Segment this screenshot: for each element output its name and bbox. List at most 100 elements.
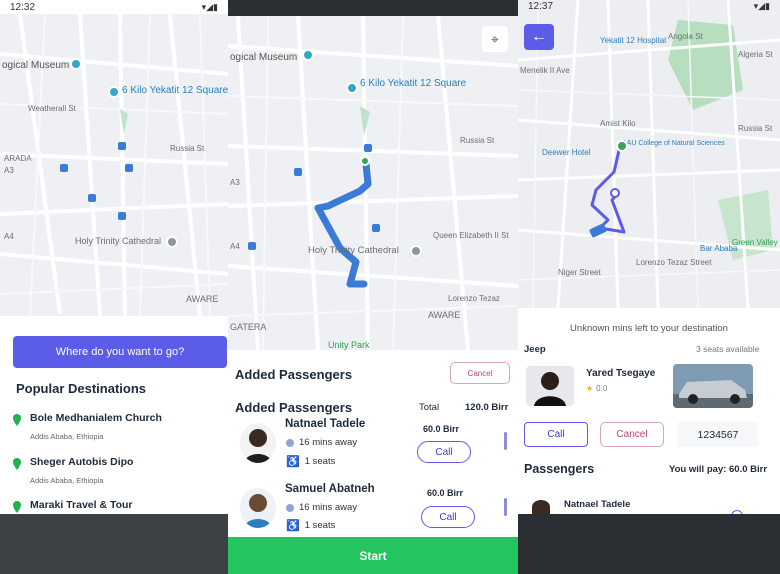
map-label-russia: Russia St	[170, 144, 205, 153]
current-position-icon	[610, 188, 620, 198]
map-label-museum: ogical Museum	[2, 60, 70, 71]
passenger-price: 60.0 Birr	[423, 424, 460, 434]
map-label-russia: Russia St	[460, 136, 495, 145]
passenger-eta: 16 mins away	[286, 502, 357, 513]
bottom-overlay	[518, 514, 780, 574]
destination-address: Addis Ababa, Ethiopia	[30, 476, 104, 485]
map-label-russia: Russia St	[738, 124, 773, 133]
map-label-queen-elizabeth: Queen Elizabeth II St	[433, 231, 509, 240]
map-label-unity-park: Unity Park	[328, 340, 370, 350]
map-label-a4: A4	[230, 242, 240, 251]
map-label-a3: A3	[4, 166, 14, 175]
my-location-icon[interactable]: ⌖	[482, 26, 508, 52]
driver-rating: ★ 0.0	[586, 384, 607, 393]
eta-text: 16 mins away	[299, 502, 358, 513]
map-view[interactable]: ogical Museum 6 Kilo Yekatit 12 Square H…	[0, 14, 228, 316]
call-button[interactable]: Call	[421, 506, 475, 528]
passenger-name: Natnael Tadele	[285, 418, 366, 430]
bus-stop-icon	[118, 142, 126, 150]
status-time: 12:37	[528, 0, 554, 12]
rating-value: 0.0	[596, 384, 608, 393]
passenger-seats: ♿ 1 seats	[286, 519, 335, 532]
passenger-eta: 16 mins away	[286, 437, 357, 448]
cathedral-pin-icon	[166, 236, 178, 248]
total-value: 120.0 Birr	[465, 402, 509, 413]
seats-text: 1 seats	[304, 520, 336, 531]
screen-added-passengers: ogical Museum 6 Kilo Yekatit 12 Square H…	[228, 0, 518, 574]
map-label-aware: AWARE	[428, 310, 461, 320]
seats-text: 1 seats	[304, 456, 336, 467]
driver-avatar	[526, 366, 574, 406]
bus-stop-icon	[60, 164, 68, 172]
map-label-a4: A4	[4, 232, 14, 241]
screen-home: 12:32 ▾◢▮ ogical Museum 6 Kilo Yekatit 1…	[0, 0, 228, 574]
screen-ride-details: 12:37 ▾◢▮ ← Angola St Amist Kilo Menelik…	[518, 0, 780, 574]
scrollbar[interactable]	[504, 498, 507, 516]
map-label-bar: Bar Ababa	[700, 244, 738, 253]
where-to-button[interactable]: Where do you want to go?	[13, 336, 227, 368]
bus-stop-icon	[118, 212, 126, 220]
scrollbar[interactable]	[504, 432, 507, 450]
avatar	[240, 488, 276, 528]
passenger-name: Natnael Tadele	[564, 499, 631, 510]
eta-text: 16 mins away	[299, 437, 358, 448]
vehicle-image	[673, 364, 753, 408]
map-label-square: 6 Kilo Yekatit 12 Square	[360, 78, 467, 89]
map-label-green-valley: Green Valley	[732, 238, 778, 247]
destination-item[interactable]: Maraki Travel & Tour	[12, 499, 222, 515]
bus-stop-icon	[294, 168, 302, 176]
bus-stop-icon	[248, 242, 256, 250]
fare-text: You will pay: 60.0 Birr	[669, 464, 768, 475]
destination-marker-icon	[616, 140, 628, 152]
bus-stop-icon	[372, 224, 380, 232]
cancel-button[interactable]: Cancel	[450, 362, 510, 384]
destination-name: Sheger Autobis Dipo	[30, 456, 134, 468]
call-button[interactable]: Call	[417, 441, 471, 463]
cancel-ride-button[interactable]: Cancel	[600, 422, 664, 447]
square-pin-icon	[108, 86, 120, 98]
status-icons: ▾◢▮	[753, 0, 770, 11]
status-bar: 12:32 ▾◢▮	[0, 0, 228, 14]
status-time: 12:32	[10, 1, 36, 13]
call-driver-button[interactable]: Call	[524, 422, 588, 447]
map-label-aware: AWARE	[186, 294, 219, 304]
bottom-overlay	[0, 514, 228, 574]
clock-icon	[286, 438, 294, 447]
start-button[interactable]: Start	[228, 537, 518, 574]
bus-stop-icon	[125, 164, 133, 172]
map-label-hospital: Yekatit 12 Hospital	[600, 36, 666, 45]
eta-message: Unknown mins left to your destination	[570, 323, 728, 334]
cathedral-pin-icon	[410, 245, 422, 257]
map-label-museum: ogical Museum	[230, 52, 298, 63]
passenger-seats: ♿ 1 seats	[286, 455, 335, 468]
location-pin-icon	[13, 501, 21, 513]
map-label-cathedral: Holy Trinity Cathedral	[308, 245, 399, 256]
map-label-aau: AAU College of Natural Sciences	[622, 140, 725, 147]
map-label-lorenzo: Lorenzo Tezaz	[448, 294, 500, 303]
origin-marker-icon	[360, 156, 370, 166]
clock-icon	[286, 503, 294, 512]
route-map[interactable]: ogical Museum 6 Kilo Yekatit 12 Square H…	[228, 16, 518, 350]
bus-stop-icon	[364, 144, 372, 152]
destination-item[interactable]: Sheger Autobis Dipo Addis Ababa, Ethiopi…	[12, 456, 222, 490]
seat-icon: ♿	[286, 520, 300, 532]
map-label-lorenzo: Lorenzo Tezaz Street	[636, 258, 712, 267]
passenger-price: 60.0 Birr	[427, 488, 464, 498]
back-button[interactable]: ←	[524, 24, 554, 50]
star-icon: ★	[586, 384, 594, 393]
map-label-amist-kilo: Amist Kilo	[600, 119, 636, 128]
museum-pin-icon	[70, 58, 82, 70]
destination-item[interactable]: Bole Medhanialem Church Addis Ababa, Eth…	[12, 412, 222, 446]
map-label-algeria: Algeria St	[738, 50, 773, 59]
ride-map[interactable]: 12:37 ▾◢▮ ← Angola St Amist Kilo Menelik…	[518, 0, 780, 308]
passenger-avatar	[532, 500, 550, 514]
popular-destinations-heading: Popular Destinations	[16, 381, 147, 396]
back-arrow-icon: ←	[531, 28, 547, 45]
added-passengers-subtitle: Added Passengers	[235, 400, 353, 415]
map-label-angola: Angola St	[668, 32, 703, 41]
seat-icon: ♿	[286, 456, 300, 468]
map-label-cathedral: Holy Trinity Cathedral	[75, 236, 162, 246]
map-label-square: 6 Kilo Yekatit 12 Square	[122, 85, 228, 96]
passenger-name: Samuel Abatneh	[285, 483, 375, 495]
destination-name: Bole Medhanialem Church	[30, 412, 162, 424]
